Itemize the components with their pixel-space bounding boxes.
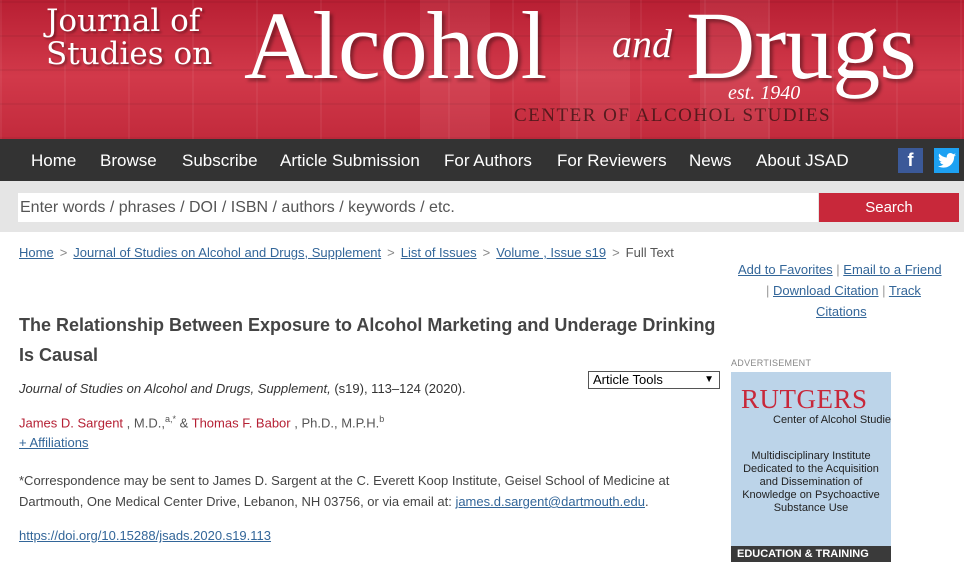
- breadcrumb-current: Full Text: [625, 245, 674, 260]
- nav-about-jsad[interactable]: About JSAD: [756, 151, 849, 171]
- rutgers-logo: RUTGERS: [741, 384, 868, 414]
- link-divider: |: [882, 283, 889, 298]
- nav-for-reviewers[interactable]: For Reviewers: [557, 151, 667, 171]
- author-link[interactable]: James D. Sargent: [19, 415, 123, 430]
- journal-title-alcohol: Alcohol: [244, 0, 547, 99]
- breadcrumb-separator: >: [612, 245, 620, 260]
- ad-footer: EDUCATION & TRAINING: [731, 546, 891, 562]
- breadcrumb-separator: >: [59, 245, 68, 260]
- breadcrumb-list-of-issues[interactable]: List of Issues: [401, 245, 477, 260]
- link-divider: |: [766, 283, 773, 298]
- twitter-icon[interactable]: [934, 148, 959, 173]
- dropdown-arrow-icon: ▼: [704, 374, 714, 385]
- journal-banner[interactable]: Journal of Studies on Alcohol and Drugs …: [0, 0, 964, 139]
- search-bar: Search: [0, 181, 964, 232]
- author-degree: , M.D.,: [123, 415, 165, 431]
- breadcrumb-journal[interactable]: Journal of Studies on Alcohol and Drugs,…: [73, 245, 381, 260]
- breadcrumb-volume-issue[interactable]: Volume , Issue s19: [496, 245, 606, 260]
- author-separator: &: [175, 415, 192, 431]
- advertisement-label: ADVERTISEMENT: [731, 358, 812, 368]
- track-citations-link[interactable]: Track: [889, 283, 921, 298]
- article-actions-row1: Add to Favorites | Email to a Friend: [738, 262, 942, 277]
- citation-details: (s19), 113–124 (2020).: [330, 381, 466, 396]
- author-affiliation-marker: b: [379, 414, 385, 424]
- add-to-favorites-link[interactable]: Add to Favorites: [738, 262, 833, 277]
- author-link[interactable]: Thomas F. Babor: [192, 415, 291, 430]
- search-input[interactable]: [18, 193, 818, 222]
- breadcrumb-home[interactable]: Home: [19, 245, 54, 260]
- nav-article-submission[interactable]: Article Submission: [280, 151, 420, 171]
- article-citation: Journal of Studies on Alcohol and Drugs,…: [19, 381, 466, 396]
- citation-journal: Journal of Studies on Alcohol and Drugs,…: [19, 381, 331, 396]
- author-affiliation-marker: a,*: [164, 414, 176, 424]
- article-actions-row3: Citations: [816, 304, 867, 319]
- nav-home[interactable]: Home: [31, 151, 76, 171]
- ad-subtitle: Center of Alcohol Studies: [773, 414, 891, 426]
- nav-browse[interactable]: Browse: [100, 151, 157, 171]
- author-degree: , Ph.D., M.P.H.: [290, 415, 380, 431]
- article-actions-row2: | Download Citation | Track: [766, 283, 921, 298]
- facebook-icon[interactable]: f: [898, 148, 923, 173]
- journal-title-small: Journal of Studies on: [46, 5, 212, 71]
- breadcrumb: Home > Journal of Studies on Alcohol and D…: [19, 245, 674, 260]
- affiliations-toggle[interactable]: + Affiliations: [19, 435, 89, 450]
- correspondence-note: *Correspondence may be sent to James D. …: [19, 470, 719, 512]
- ad-body-text: Multidisciplinary Institute Dedicated to…: [742, 450, 880, 514]
- nav-for-authors[interactable]: For Authors: [444, 151, 532, 171]
- article-title: The Relationship Between Exposure to Alc…: [19, 315, 716, 365]
- main-nav: Home Browse Subscribe Article Submission…: [0, 139, 964, 181]
- search-button[interactable]: Search: [819, 193, 959, 222]
- email-to-friend-link[interactable]: Email to a Friend: [843, 262, 941, 277]
- established-year: est. 1940: [728, 82, 801, 104]
- journal-title-line2: Studies on: [46, 36, 213, 72]
- author-list: James D. Sargent , M.D.,a,* & Thomas F. …: [19, 414, 384, 430]
- correspondence-email-link[interactable]: james.d.sargent@dartmouth.edu: [455, 494, 645, 509]
- journal-title-and: and: [612, 21, 672, 66]
- download-citation-link[interactable]: Download Citation: [773, 283, 879, 298]
- article-tools-label: Article Tools: [593, 372, 663, 387]
- advertisement-banner[interactable]: RUTGERS Center of Alcohol Studies Multid…: [731, 372, 891, 562]
- correspondence-end: .: [644, 494, 649, 509]
- breadcrumb-separator: >: [482, 245, 491, 260]
- journal-title-line1: Journal of: [46, 3, 201, 39]
- article-tools-select[interactable]: Article Tools ▼: [588, 371, 720, 389]
- twitter-bird-icon: [937, 153, 956, 168]
- nav-subscribe[interactable]: Subscribe: [182, 151, 258, 171]
- center-name: CENTER OF ALCOHOL STUDIES: [514, 105, 832, 126]
- doi-link[interactable]: https://doi.org/10.15288/jsads.2020.s19.…: [19, 528, 271, 543]
- nav-news[interactable]: News: [689, 151, 732, 171]
- breadcrumb-separator: >: [387, 245, 395, 260]
- track-citations-link-continued[interactable]: Citations: [816, 304, 867, 319]
- journal-title-drugs: Drugs: [686, 0, 917, 99]
